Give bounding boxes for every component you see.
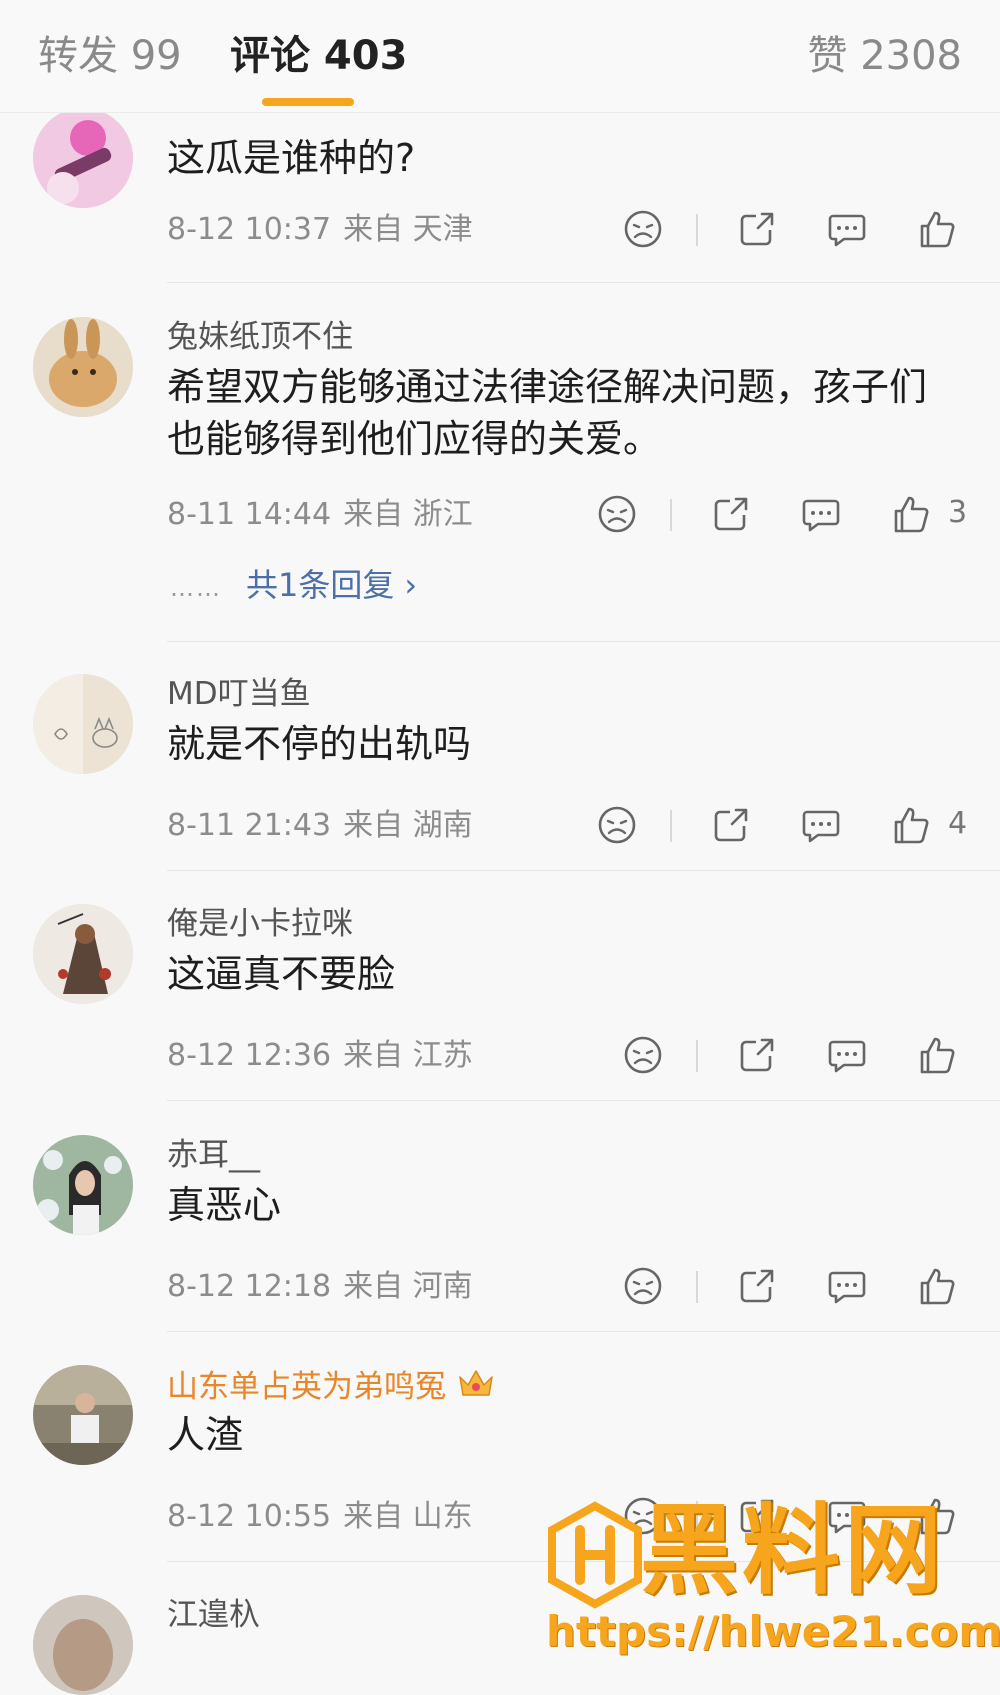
- comment-actions: [612, 1032, 972, 1078]
- reply-icon[interactable]: [798, 802, 844, 848]
- comment-username[interactable]: 赤耳__: [167, 1135, 260, 1175]
- comment-time: 8-12 12:18: [167, 1269, 332, 1304]
- comment-meta: 8-11 14:44 来自 浙江: [167, 495, 473, 535]
- comment-time: 8-12 10:37: [167, 212, 332, 247]
- action-separator: [696, 1271, 698, 1303]
- action-separator: [696, 1040, 698, 1072]
- like-icon[interactable]: [888, 491, 934, 537]
- comment-meta: 8-12 12:18 来自 河南: [167, 1267, 473, 1307]
- comment-location: 来自 天津: [343, 212, 473, 247]
- comment-time: 8-11 14:44: [167, 497, 332, 532]
- active-tab-indicator: [262, 98, 354, 106]
- chevron-right-icon: ›: [404, 566, 418, 604]
- comment-username[interactable]: 山东单占英为弟鸣冤: [167, 1365, 496, 1412]
- comment-text: 真恶心: [167, 1183, 282, 1227]
- watermark-url: https://hlwe21.com: [546, 1607, 1000, 1656]
- dislike-icon[interactable]: [594, 802, 640, 848]
- tab-comments[interactable]: 评论 403: [230, 30, 407, 82]
- action-separator: [670, 810, 672, 842]
- comment-username[interactable]: 江遑杁: [167, 1595, 260, 1635]
- share-icon[interactable]: [734, 1263, 780, 1309]
- comment-location: 来自 河南: [343, 1269, 473, 1304]
- comment-text: 希望双方能够通过法律途径解决问题，孩子们也能够得到他们应得的关爱。: [167, 365, 928, 461]
- avatar[interactable]: [33, 108, 133, 208]
- comment-location: 来自 江苏: [343, 1038, 473, 1073]
- watermark: 黑料网 https://hlwe21.com: [540, 1496, 1000, 1662]
- comment-actions: [612, 206, 972, 252]
- like-icon[interactable]: [914, 206, 960, 252]
- comment-text: 这逼真不要脸: [167, 952, 396, 996]
- username-text: 山东单占英为弟鸣冤: [167, 1369, 446, 1405]
- replies-count[interactable]: 共1条回复: [246, 566, 394, 604]
- avatar[interactable]: [33, 674, 133, 774]
- share-icon[interactable]: [734, 1032, 780, 1078]
- comment-username[interactable]: 俺是小卡拉咪: [167, 904, 353, 944]
- action-separator: [696, 214, 698, 246]
- reply-icon[interactable]: [798, 491, 844, 537]
- comment-actions: 4: [586, 802, 967, 848]
- divider: [167, 641, 1000, 642]
- avatar[interactable]: [33, 317, 133, 417]
- comment-meta: 8-11 21:43 来自 湖南: [167, 806, 473, 846]
- like-icon[interactable]: [914, 1032, 960, 1078]
- comment-location: 来自 山东: [343, 1499, 473, 1534]
- watermark-brand: 黑料网: [640, 1494, 947, 1608]
- comment-meta: 8-12 10:37 来自 天津: [167, 210, 473, 250]
- comment-meta: 8-12 12:36 来自 江苏: [167, 1036, 473, 1076]
- comment-username[interactable]: MD叮当鱼: [167, 674, 311, 714]
- comment-text: 就是不停的出轨吗: [167, 722, 472, 766]
- divider: [167, 282, 1000, 283]
- comment-meta: 8-12 10:55 来自 山东: [167, 1497, 473, 1537]
- dislike-icon[interactable]: [594, 491, 640, 537]
- comment-actions: 3: [586, 491, 967, 537]
- share-icon[interactable]: [708, 491, 754, 537]
- comment-text: 人渣: [167, 1413, 244, 1457]
- tab-forward[interactable]: 转发 99: [38, 30, 182, 82]
- comment-time: 8-11 21:43: [167, 808, 332, 843]
- view-replies-link[interactable]: …… 共1条回复 ›: [170, 565, 417, 608]
- comment-username[interactable]: 兔妹纸顶不住: [167, 317, 353, 357]
- divider: [167, 1331, 1000, 1332]
- comment-location: 来自 湖南: [343, 808, 473, 843]
- share-icon[interactable]: [708, 802, 754, 848]
- tab-bar: 转发 99 评论 403 赞 2308: [0, 0, 1000, 113]
- dislike-icon[interactable]: [620, 1263, 666, 1309]
- comment-time: 8-12 12:36: [167, 1038, 332, 1073]
- comment-actions: [612, 1263, 972, 1309]
- avatar[interactable]: [33, 1595, 133, 1695]
- like-icon[interactable]: [888, 802, 934, 848]
- avatar[interactable]: [33, 904, 133, 1004]
- dislike-icon[interactable]: [620, 206, 666, 252]
- crown-badge-icon: [456, 1365, 496, 1412]
- replies-dots: ……: [170, 574, 222, 602]
- action-separator: [670, 499, 672, 531]
- reply-icon[interactable]: [824, 1263, 870, 1309]
- reply-icon[interactable]: [824, 206, 870, 252]
- reply-icon[interactable]: [824, 1032, 870, 1078]
- like-count: 3: [948, 495, 968, 530]
- tab-likes[interactable]: 赞 2308: [807, 30, 962, 82]
- dislike-icon[interactable]: [620, 1032, 666, 1078]
- comment-list: 这瓜是谁种的? 8-12 10:37 来自 天津 兔妹纸顶不住 希望双方能够通过法…: [0, 0, 1000, 1695]
- like-icon[interactable]: [914, 1263, 960, 1309]
- like-count: 4: [948, 806, 968, 841]
- avatar[interactable]: [33, 1135, 133, 1235]
- divider: [167, 870, 1000, 871]
- comment-time: 8-12 10:55: [167, 1499, 332, 1534]
- comment-text: 这瓜是谁种的?: [167, 136, 416, 180]
- avatar[interactable]: [33, 1365, 133, 1465]
- share-icon[interactable]: [734, 206, 780, 252]
- watermark-logo-icon: [540, 1500, 650, 1610]
- comment-location: 来自 浙江: [343, 497, 473, 532]
- divider: [167, 1100, 1000, 1101]
